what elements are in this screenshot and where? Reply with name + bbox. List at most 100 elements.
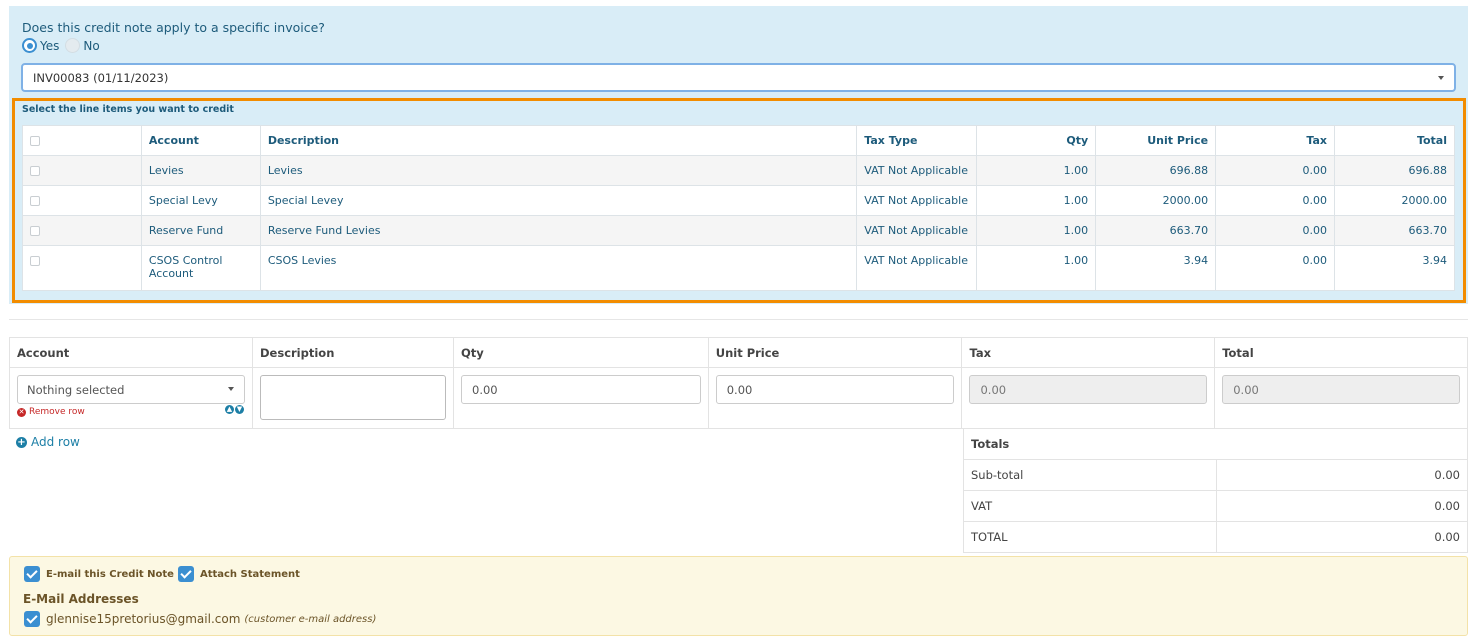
col-unit-price: Unit Price	[1095, 125, 1217, 156]
subtotal-value: 0.00	[1215, 459, 1468, 491]
email-addresses-title: E-Mail Addresses	[23, 592, 139, 606]
add-row-button[interactable]: + Add row	[16, 435, 80, 449]
cell-qty: 1.00	[976, 185, 1097, 216]
cell-total: 3.94	[1333, 245, 1456, 291]
chevron-down-icon	[1438, 76, 1444, 80]
totals-heading: Totals	[963, 428, 1468, 460]
row-checkbox[interactable]	[30, 256, 40, 266]
cell-unit-price: 3.94	[1095, 245, 1217, 291]
row-checkbox[interactable]	[30, 166, 40, 176]
entry-col-qty: Qty	[453, 337, 709, 368]
cell-account: Reserve Fund	[140, 215, 261, 246]
line-items-table: Account Description Tax Type Qty Unit Pr…	[22, 125, 1456, 291]
table-row[interactable]: CSOS Control Account CSOS Levies VAT Not…	[22, 245, 1456, 291]
account-select-value: Nothing selected	[27, 383, 125, 397]
email-credit-note-label[interactable]: E-mail this Credit Note	[46, 569, 174, 580]
credit-entry-table: Account Description Qty Unit Price Tax T…	[9, 337, 1468, 429]
cell-tax: 0.00	[1215, 155, 1335, 186]
entry-row: Nothing selected ✕ Remove row ▲ ▼ 0.00 0…	[9, 367, 1468, 429]
cell-qty: 1.00	[976, 245, 1097, 291]
radio-no-label[interactable]: No	[83, 39, 99, 53]
table-row[interactable]: Levies Levies VAT Not Applicable 1.00 69…	[22, 155, 1456, 186]
cell-unit-price: 696.88	[1095, 155, 1217, 186]
remove-icon: ✕	[17, 407, 26, 417]
email-address: glennise15pretorius@gmail.com	[46, 612, 241, 626]
cell-tax: 0.00	[1215, 215, 1335, 246]
entry-col-unit-price: Unit Price	[707, 337, 963, 368]
cell-qty: 1.00	[976, 155, 1097, 186]
email-options: E-mail this Credit Note Attach Statement	[24, 566, 304, 582]
description-textarea[interactable]	[260, 375, 446, 420]
cell-total: 663.70	[1333, 215, 1456, 246]
entry-col-total: Total	[1214, 337, 1468, 368]
cell-qty: 1.00	[976, 215, 1097, 246]
vat-label: VAT	[963, 490, 1217, 522]
chevron-down-icon	[228, 387, 234, 391]
col-account: Account	[140, 125, 261, 156]
total-label: TOTAL	[963, 521, 1217, 553]
remove-row-label: Remove row	[29, 407, 85, 417]
line-items-instruction: Select the line items you want to credit	[22, 104, 234, 115]
email-panel: E-mail this Credit Note Attach Statement…	[9, 556, 1468, 636]
radio-no[interactable]	[65, 38, 81, 53]
col-tax: Tax	[1215, 125, 1335, 156]
cell-unit-price: 2000.00	[1095, 185, 1217, 216]
remove-row-link[interactable]: ✕ Remove row	[17, 407, 245, 417]
col-description: Description	[259, 125, 858, 156]
cell-description: Levies	[259, 155, 858, 186]
cell-tax-type: VAT Not Applicable	[856, 245, 978, 291]
entry-col-description: Description	[252, 337, 454, 368]
plus-icon: +	[16, 436, 27, 448]
cell-tax-type: VAT Not Applicable	[856, 155, 978, 186]
email-credit-note-checkbox[interactable]	[24, 566, 40, 582]
cell-account: Special Levy	[140, 185, 261, 216]
totals-table: Totals Sub-total 0.00 VAT 0.00 TOTAL 0.0…	[963, 428, 1468, 553]
cell-account: CSOS Control Account	[140, 245, 261, 291]
invoice-question: Does this credit note apply to a specifi…	[22, 20, 325, 35]
col-total: Total	[1333, 125, 1456, 156]
row-checkbox[interactable]	[30, 196, 40, 206]
entry-col-account: Account	[9, 337, 253, 368]
table-row[interactable]: Special Levy Special Levey VAT Not Appli…	[22, 185, 1456, 216]
invoice-select-value: INV00083 (01/11/2023)	[33, 71, 169, 85]
radio-yes-label[interactable]: Yes	[40, 39, 59, 53]
cell-total: 696.88	[1333, 155, 1456, 186]
entry-col-tax: Tax	[961, 337, 1216, 368]
row-checkbox[interactable]	[30, 226, 40, 236]
cell-tax-type: VAT Not Applicable	[856, 185, 978, 216]
qty-input[interactable]: 0.00	[461, 375, 701, 404]
vat-value: 0.00	[1215, 490, 1468, 522]
col-tax-type: Tax Type	[856, 125, 978, 156]
tax-input: 0.00	[969, 375, 1208, 404]
table-header-row: Account Description Tax Type Qty Unit Pr…	[22, 125, 1456, 156]
cell-description: Reserve Fund Levies	[259, 215, 858, 246]
arrow-down-icon[interactable]: ▼	[235, 405, 244, 414]
email-address-checkbox[interactable]	[24, 611, 40, 627]
total-input: 0.00	[1222, 375, 1460, 404]
entry-header-row: Account Description Qty Unit Price Tax T…	[9, 337, 1468, 368]
invoice-radio-group: Yes No	[22, 38, 106, 53]
cell-tax: 0.00	[1215, 245, 1335, 291]
cell-description: CSOS Levies	[259, 245, 858, 291]
subtotal-label: Sub-total	[963, 459, 1217, 491]
invoice-select[interactable]: INV00083 (01/11/2023)	[21, 63, 1456, 92]
cell-account: Levies	[140, 155, 261, 186]
col-qty: Qty	[976, 125, 1097, 156]
arrow-up-icon[interactable]: ▲	[225, 405, 234, 414]
reorder-controls: ▲ ▼	[224, 405, 244, 414]
account-select[interactable]: Nothing selected	[17, 375, 245, 404]
divider	[9, 319, 1468, 320]
attach-statement-checkbox[interactable]	[177, 566, 194, 582]
cell-description: Special Levey	[259, 185, 858, 216]
cell-total: 2000.00	[1333, 185, 1456, 216]
select-all-checkbox[interactable]	[30, 136, 40, 146]
cell-tax: 0.00	[1215, 185, 1335, 216]
attach-statement-label[interactable]: Attach Statement	[200, 569, 300, 580]
email-address-note: (customer e-mail address)	[244, 613, 377, 625]
cell-unit-price: 663.70	[1095, 215, 1217, 246]
email-address-row: glennise15pretorius@gmail.com (customer …	[24, 611, 376, 627]
cell-tax-type: VAT Not Applicable	[856, 215, 978, 246]
table-row[interactable]: Reserve Fund Reserve Fund Levies VAT Not…	[22, 215, 1456, 246]
radio-yes[interactable]	[22, 38, 37, 53]
unit-price-input[interactable]: 0.00	[715, 375, 955, 404]
